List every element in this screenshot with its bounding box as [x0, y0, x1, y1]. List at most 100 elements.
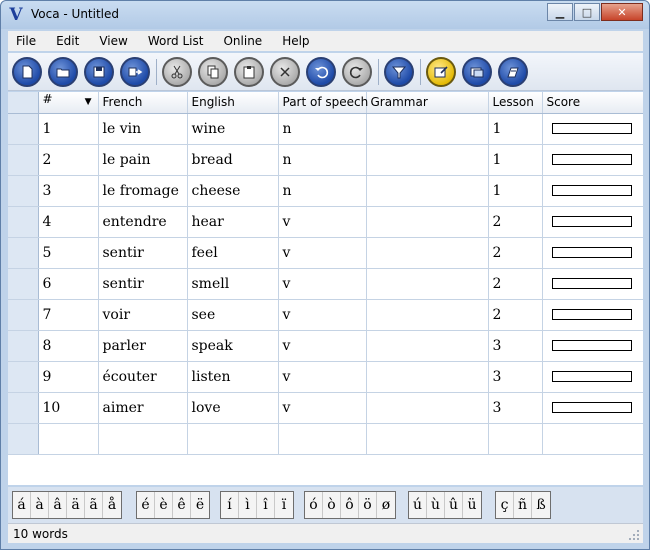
table-row[interactable]: 7 voir see v 2 — [8, 299, 643, 331]
cell-french[interactable]: sentir — [98, 237, 188, 269]
column-header-english[interactable]: English — [187, 92, 279, 114]
column-header-lesson[interactable]: Lesson — [488, 92, 543, 114]
cell-number[interactable]: 2 — [38, 144, 99, 176]
cell-english[interactable]: bread — [187, 144, 279, 176]
close-button[interactable]: ✕ — [601, 3, 643, 21]
table-row[interactable]: 8 parler speak v 3 — [8, 330, 643, 362]
cell-english[interactable]: listen — [187, 361, 279, 393]
cell-grammar[interactable] — [366, 361, 489, 393]
table-row[interactable]: 2 le pain bread n 1 — [8, 144, 643, 176]
filter-funnel-icon[interactable] — [384, 57, 414, 87]
cell-number[interactable]: 5 — [38, 237, 99, 269]
new-entry-row[interactable] — [8, 423, 643, 455]
cell-english[interactable]: cheese — [187, 175, 279, 207]
table-row[interactable]: 10 aimer love v 3 — [8, 392, 643, 424]
special-char-button[interactable]: ã — [85, 492, 103, 518]
cell-lesson[interactable]: 3 — [488, 330, 543, 362]
special-char-button[interactable]: û — [445, 492, 463, 518]
menu-file[interactable]: File — [8, 34, 44, 48]
cell-number[interactable]: 3 — [38, 175, 99, 207]
row-header[interactable] — [8, 237, 39, 269]
menu-online[interactable]: Online — [215, 34, 270, 48]
cell-part-of-speech[interactable]: n — [278, 144, 367, 176]
corner-cell[interactable] — [8, 92, 39, 114]
cell-lesson[interactable]: 2 — [488, 299, 543, 331]
new-document-icon[interactable] — [12, 57, 42, 87]
row-header[interactable] — [8, 144, 39, 176]
row-header[interactable] — [8, 361, 39, 393]
cell-grammar[interactable] — [366, 237, 489, 269]
empty-cell[interactable] — [38, 423, 99, 455]
cell-number[interactable]: 6 — [38, 268, 99, 300]
empty-cell[interactable] — [98, 423, 188, 455]
copy-icon[interactable] — [198, 57, 228, 87]
cell-lesson[interactable]: 1 — [488, 144, 543, 176]
cell-number[interactable]: 7 — [38, 299, 99, 331]
table-row[interactable]: 4 entendre hear v 2 — [8, 206, 643, 238]
cell-lesson[interactable]: 2 — [488, 237, 543, 269]
cell-english[interactable]: wine — [187, 113, 279, 145]
save-disk-icon[interactable] — [84, 57, 114, 87]
column-header-score[interactable]: Score — [542, 92, 643, 114]
cell-english[interactable]: smell — [187, 268, 279, 300]
cell-english[interactable]: hear — [187, 206, 279, 238]
maximize-button[interactable]: □ — [574, 3, 600, 21]
cell-part-of-speech[interactable]: v — [278, 330, 367, 362]
cell-number[interactable]: 9 — [38, 361, 99, 393]
row-header[interactable] — [8, 206, 39, 238]
special-char-button[interactable]: ä — [67, 492, 85, 518]
table-row[interactable]: 6 sentir smell v 2 — [8, 268, 643, 300]
special-char-button[interactable]: ò — [323, 492, 341, 518]
undo-icon[interactable] — [306, 57, 336, 87]
menu-word-list[interactable]: Word List — [140, 34, 212, 48]
cell-french[interactable]: le vin — [98, 113, 188, 145]
column-header-grammar[interactable]: Grammar — [366, 92, 489, 114]
special-char-button[interactable]: à — [31, 492, 49, 518]
quiz-icon[interactable] — [498, 57, 528, 87]
special-char-button[interactable]: ç — [496, 492, 514, 518]
cell-english[interactable]: feel — [187, 237, 279, 269]
cell-grammar[interactable] — [366, 206, 489, 238]
row-header[interactable] — [8, 175, 39, 207]
special-char-button[interactable]: ô — [341, 492, 359, 518]
cell-lesson[interactable]: 1 — [488, 113, 543, 145]
special-char-button[interactable]: ñ — [514, 492, 532, 518]
cell-part-of-speech[interactable]: v — [278, 268, 367, 300]
row-header[interactable] — [8, 299, 39, 331]
special-char-button[interactable]: ß — [532, 492, 550, 518]
row-header[interactable] — [8, 268, 39, 300]
empty-cell[interactable] — [366, 423, 489, 455]
cell-lesson[interactable]: 3 — [488, 361, 543, 393]
menu-view[interactable]: View — [91, 34, 135, 48]
special-char-button[interactable]: ø — [377, 492, 395, 518]
cell-number[interactable]: 8 — [38, 330, 99, 362]
special-char-button[interactable]: ï — [275, 492, 293, 518]
cell-french[interactable]: voir — [98, 299, 188, 331]
paste-clipboard-icon[interactable] — [234, 57, 264, 87]
column-header-french[interactable]: French — [98, 92, 188, 114]
special-char-button[interactable]: ü — [463, 492, 481, 518]
cell-grammar[interactable] — [366, 330, 489, 362]
cell-lesson[interactable]: 1 — [488, 175, 543, 207]
cell-grammar[interactable] — [366, 299, 489, 331]
cell-french[interactable]: le fromage — [98, 175, 188, 207]
delete-x-icon[interactable] — [270, 57, 300, 87]
open-folder-icon[interactable] — [48, 57, 78, 87]
export-icon[interactable] — [120, 57, 150, 87]
special-char-button[interactable]: ê — [173, 492, 191, 518]
special-char-button[interactable]: á — [13, 492, 31, 518]
cell-french[interactable]: entendre — [98, 206, 188, 238]
cell-lesson[interactable]: 3 — [488, 392, 543, 424]
cell-english[interactable]: love — [187, 392, 279, 424]
cell-number[interactable]: 1 — [38, 113, 99, 145]
special-char-button[interactable]: é — [137, 492, 155, 518]
cell-french[interactable]: le pain — [98, 144, 188, 176]
resize-grip-icon[interactable] — [628, 529, 640, 541]
empty-cell[interactable] — [278, 423, 367, 455]
special-char-button[interactable]: ö — [359, 492, 377, 518]
table-row[interactable]: 9 écouter listen v 3 — [8, 361, 643, 393]
table-row[interactable]: 5 sentir feel v 2 — [8, 237, 643, 269]
row-header[interactable] — [8, 392, 39, 424]
edit-note-icon[interactable] — [426, 57, 456, 87]
cell-french[interactable]: sentir — [98, 268, 188, 300]
